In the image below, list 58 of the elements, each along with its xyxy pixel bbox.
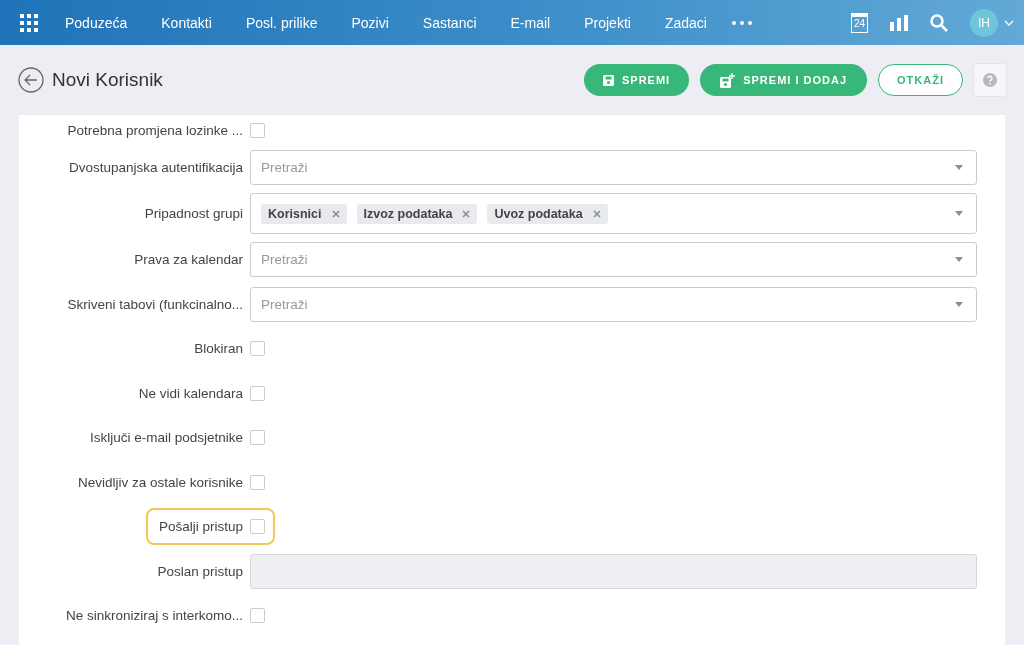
tag-label: Korisnici bbox=[268, 206, 322, 221]
field-label: Potrebna promjena lozinke ... bbox=[67, 122, 243, 138]
tag-label: Uvoz podataka bbox=[494, 206, 583, 221]
nav-link[interactable]: Kontakti bbox=[150, 14, 223, 31]
placeholder-text: Pretraži bbox=[261, 296, 308, 312]
nav-link[interactable]: Pozivi bbox=[340, 14, 400, 31]
field-label: Nevidljiv za ostale korisnike bbox=[77, 474, 243, 490]
checkbox[interactable] bbox=[250, 608, 265, 624]
page-title: Novi Korisnik bbox=[52, 69, 163, 91]
field-label: Skriveni tabovi (funkcinalno... bbox=[67, 296, 243, 312]
checkbox[interactable] bbox=[250, 385, 265, 401]
tag-label: Izvoz podataka bbox=[363, 206, 453, 221]
checkbox[interactable] bbox=[250, 122, 265, 138]
nav-link[interactable]: Sastanci bbox=[411, 14, 488, 31]
checkbox[interactable] bbox=[250, 474, 265, 490]
caret-icon bbox=[955, 301, 963, 307]
nav-link[interactable]: Posl. prilike bbox=[234, 14, 329, 31]
help-icon bbox=[983, 73, 997, 87]
nav-link[interactable]: Poduzeća bbox=[57, 14, 139, 31]
field-label: Pripadnost grupi bbox=[144, 206, 243, 221]
more-icon[interactable] bbox=[731, 20, 752, 25]
nav-link[interactable]: Projekti bbox=[573, 14, 642, 31]
remove-tag-icon[interactable] bbox=[331, 209, 340, 218]
nav-link[interactable]: E-mail bbox=[499, 14, 562, 31]
help-button[interactable] bbox=[973, 63, 1007, 97]
field-label: Prava za kalendar bbox=[134, 252, 243, 268]
checkbox[interactable] bbox=[250, 519, 265, 535]
checkbox[interactable] bbox=[250, 430, 265, 446]
chevron-down-icon[interactable] bbox=[1004, 19, 1014, 26]
remove-tag-icon[interactable] bbox=[462, 209, 471, 218]
save-and-add-button[interactable]: SPREMI I DODAJ bbox=[700, 64, 868, 96]
caret-icon bbox=[955, 164, 963, 170]
remove-tag-icon[interactable] bbox=[592, 209, 601, 218]
field-label: Poslan pristup bbox=[157, 563, 243, 579]
user-avatar[interactable]: IH bbox=[970, 8, 998, 37]
floppy-disk-plus-icon bbox=[720, 72, 736, 88]
field-label: Pošalji pristup bbox=[158, 519, 243, 535]
caret-icon bbox=[955, 257, 963, 263]
field-label: Isključi e-mail podsjetnike bbox=[89, 430, 243, 446]
cancel-button[interactable]: OTKAŽI bbox=[878, 64, 963, 96]
checkbox[interactable] bbox=[250, 341, 265, 357]
placeholder-text: Pretraži bbox=[261, 159, 308, 175]
dropdown-field[interactable]: Pretraži bbox=[250, 242, 977, 278]
field-label: Blokiran bbox=[194, 341, 243, 357]
field-label: Ne sinkroniziraj s interkomo... bbox=[65, 608, 243, 624]
nav-link[interactable]: Zadaci bbox=[653, 14, 718, 31]
dropdown-field[interactable]: Pretraži bbox=[250, 286, 977, 322]
bar-chart-icon[interactable] bbox=[890, 14, 908, 31]
search-icon[interactable] bbox=[930, 13, 948, 32]
field-label: Dvostupanjska autentifikacija bbox=[68, 159, 243, 175]
save-button[interactable]: SPREMI bbox=[584, 64, 690, 96]
dropdown-field[interactable]: Pretraži bbox=[250, 149, 977, 185]
caret-icon bbox=[955, 211, 963, 216]
placeholder-text: Pretraži bbox=[261, 252, 308, 268]
app-grid-icon[interactable] bbox=[20, 13, 38, 32]
dropdown-field[interactable]: Korisnici Izvoz podataka Uvoz podataka bbox=[250, 193, 977, 234]
calendar-icon[interactable]: 24 bbox=[851, 12, 868, 33]
field-label: Ne vidi kalendara bbox=[138, 385, 243, 401]
